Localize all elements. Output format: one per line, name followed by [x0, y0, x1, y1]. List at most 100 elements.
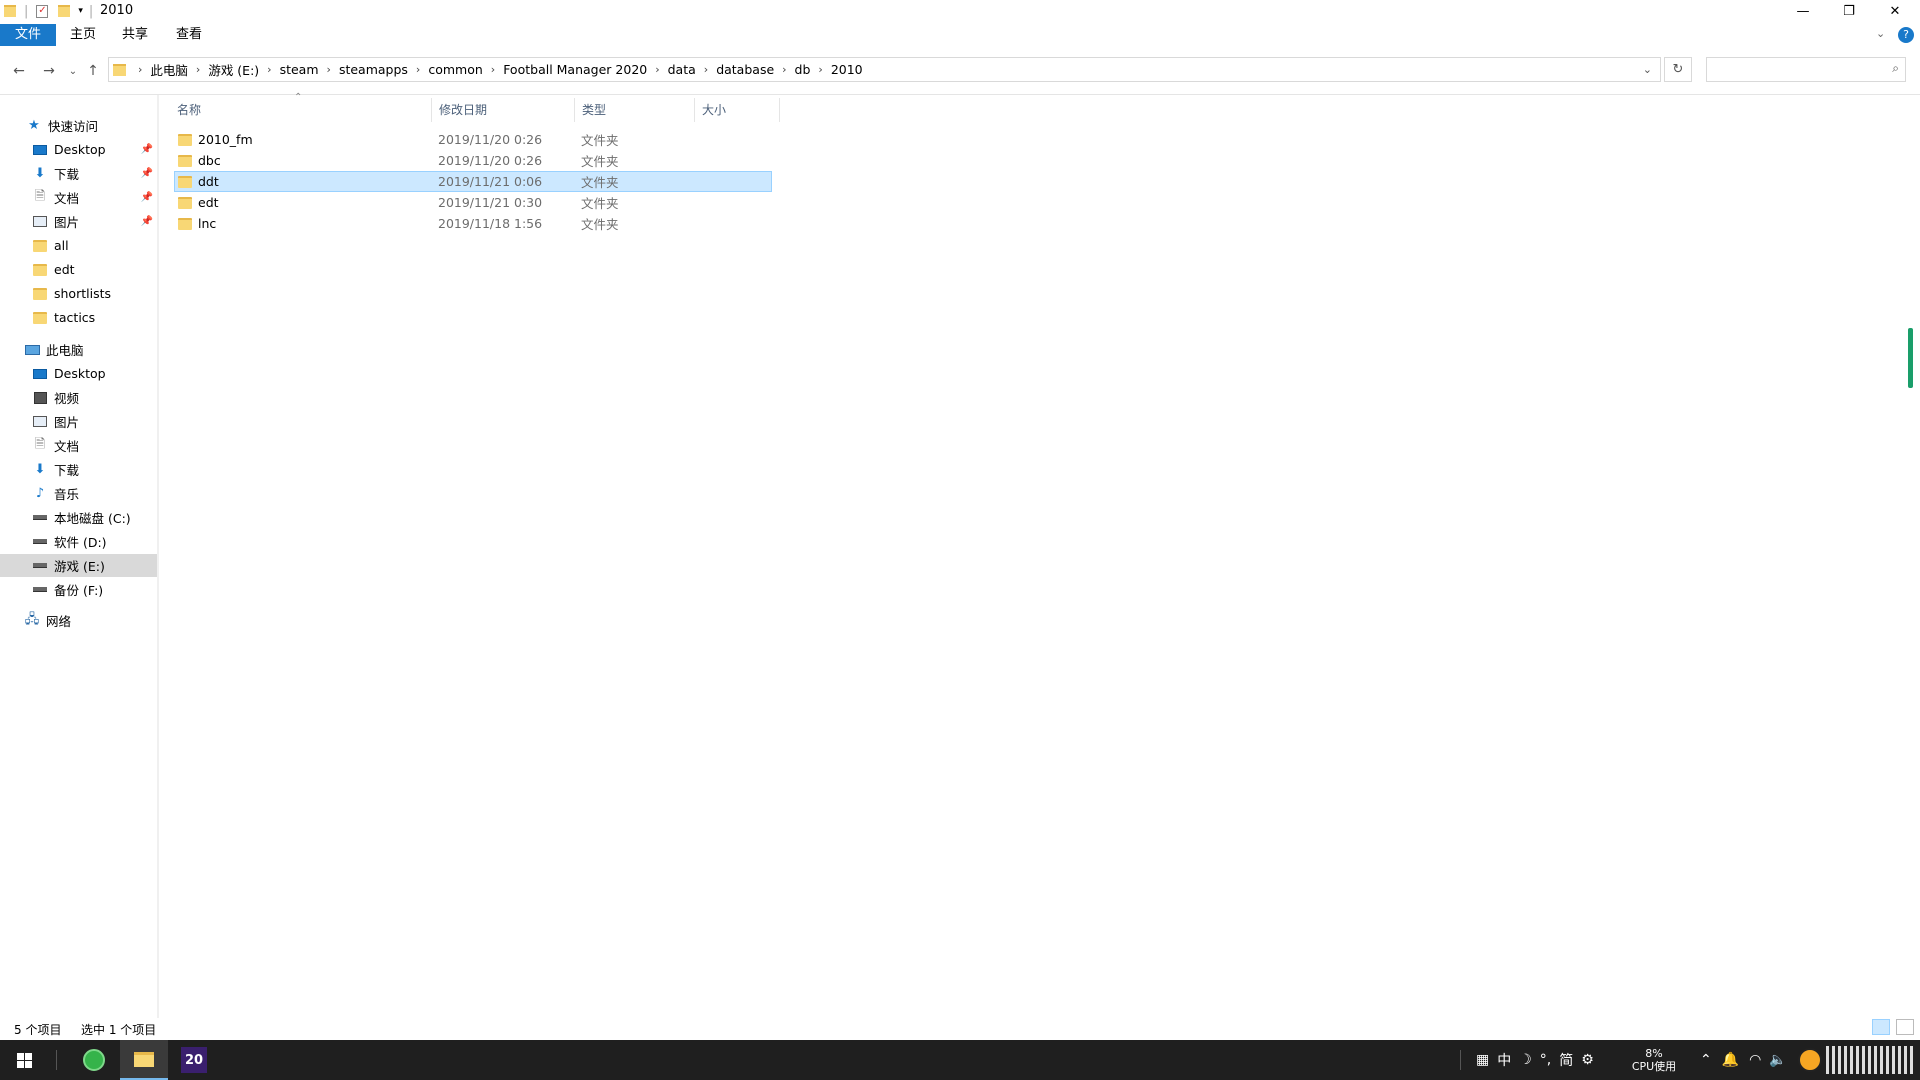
file-row[interactable]: dbc 2019/11/20 0:26 文件夹	[174, 150, 772, 171]
expand-ribbon-icon[interactable]: ⌄	[1876, 27, 1885, 40]
punctuation-icon[interactable]: °,	[1540, 1052, 1551, 1068]
breadcrumb-database[interactable]: database	[716, 62, 774, 77]
nav-item-videos[interactable]: 视频	[0, 386, 157, 409]
browser-app-icon[interactable]	[70, 1040, 118, 1080]
chevron-up-icon[interactable]: ⌃	[1700, 1052, 1712, 1068]
chevron-right-icon[interactable]: ›	[267, 63, 271, 76]
nav-item-downloads[interactable]: ⬇ 下载 📌	[0, 162, 157, 185]
breadcrumb-steam[interactable]: steam	[280, 62, 319, 77]
search-input[interactable]: ⌕	[1706, 57, 1906, 82]
chevron-right-icon[interactable]: ›	[655, 63, 659, 76]
ime-lang[interactable]: 中	[1497, 1050, 1511, 1070]
chevron-right-icon[interactable]: ›	[704, 63, 708, 76]
chevron-right-icon[interactable]: ›	[196, 63, 200, 76]
nav-this-pc[interactable]: 此电脑	[0, 338, 157, 361]
file-row[interactable]: 2010_fm 2019/11/20 0:26 文件夹	[174, 129, 772, 150]
nav-item-pc-documents[interactable]: 🗎 文档	[0, 434, 157, 457]
pin-icon[interactable]: 📌	[141, 168, 153, 179]
nav-item-all[interactable]: all	[0, 234, 157, 257]
column-header-modified[interactable]: 修改日期	[432, 98, 575, 122]
nav-item-pictures[interactable]: 图片 📌	[0, 210, 157, 233]
nav-item-drive-f[interactable]: 备份 (F:)	[0, 578, 157, 601]
nav-item-drive-d[interactable]: 软件 (D:)	[0, 530, 157, 553]
football-manager-app-icon[interactable]: 20	[170, 1040, 218, 1080]
nav-item-desktop[interactable]: Desktop 📌	[0, 138, 157, 161]
pin-icon[interactable]: 📌	[141, 216, 153, 227]
nav-item-pc-desktop[interactable]: Desktop	[0, 362, 157, 385]
desktop-icon	[32, 367, 48, 381]
pin-icon[interactable]: 📌	[141, 192, 153, 203]
minimize-button[interactable]: —	[1780, 0, 1826, 22]
nav-item-drive-e[interactable]: 游戏 (E:)	[0, 554, 157, 577]
new-folder-icon[interactable]	[58, 5, 71, 17]
file-row[interactable]: lnc 2019/11/18 1:56 文件夹	[174, 213, 772, 234]
search-icon[interactable]: ⌕	[1892, 61, 1899, 76]
breadcrumb-drive-e[interactable]: 游戏 (E:)	[208, 60, 259, 79]
breadcrumb-this-pc[interactable]: 此电脑	[150, 60, 188, 79]
chevron-right-icon[interactable]: ›	[818, 63, 822, 76]
settings-gear-icon[interactable]: ⚙	[1581, 1052, 1594, 1068]
moon-icon[interactable]: ☽	[1519, 1052, 1532, 1068]
wifi-icon[interactable]: ◠	[1749, 1052, 1761, 1068]
properties-icon[interactable]: ✓	[36, 4, 49, 18]
details-view-icon[interactable]	[1872, 1019, 1890, 1035]
breadcrumb-2010[interactable]: 2010	[831, 62, 863, 77]
breadcrumb-data[interactable]: data	[668, 62, 696, 77]
column-header-name[interactable]: 名称	[170, 98, 432, 122]
tab-share[interactable]: 共享	[110, 24, 160, 46]
nav-item-drive-c[interactable]: 本地磁盘 (C:)	[0, 506, 157, 529]
forward-arrow-icon[interactable]: →	[38, 60, 60, 82]
grid-icon[interactable]: ▦	[1476, 1052, 1489, 1068]
file-explorer-app-icon[interactable]	[120, 1040, 168, 1080]
breadcrumb-football-manager[interactable]: Football Manager 2020	[503, 62, 647, 77]
recent-locations-icon[interactable]: ⌄	[62, 60, 84, 82]
file-row-selected[interactable]: ddt 2019/11/21 0:06 文件夹	[174, 171, 772, 192]
folder-icon	[32, 287, 48, 301]
chevron-right-icon[interactable]: ›	[138, 63, 142, 76]
computer-icon	[24, 343, 40, 357]
column-header-size[interactable]: 大小	[695, 98, 780, 122]
up-arrow-icon[interactable]: ↑	[82, 60, 104, 82]
notification-bell-icon[interactable]: 🔔	[1722, 1052, 1739, 1068]
address-bar[interactable]: › 此电脑 › 游戏 (E:) › steam › steamapps › co…	[108, 57, 1661, 82]
nav-item-pc-pictures[interactable]: 图片	[0, 410, 157, 433]
nav-item-tactics[interactable]: tactics	[0, 306, 157, 329]
customize-toolbar-icon[interactable]: ▾	[78, 6, 83, 16]
volume-icon[interactable]: 🔈	[1769, 1052, 1786, 1068]
column-header-type[interactable]: 类型	[575, 98, 695, 122]
address-dropdown-icon[interactable]: ⌄	[1643, 63, 1652, 76]
cpu-monitor[interactable]: 8% CPU使用	[1624, 1040, 1684, 1080]
start-windows-icon[interactable]	[0, 1040, 48, 1080]
close-button[interactable]: ✕	[1872, 0, 1918, 22]
nav-item-music[interactable]: ♪ 音乐	[0, 482, 157, 505]
chevron-right-icon[interactable]: ›	[491, 63, 495, 76]
breadcrumb-db[interactable]: db	[795, 62, 811, 77]
tab-view[interactable]: 查看	[164, 24, 214, 46]
nav-quick-access[interactable]: ★ 快速访问	[0, 114, 157, 137]
restore-button[interactable]: ❐	[1826, 0, 1872, 22]
ime-toolbar[interactable]: ▦ 中 ☽ °, 简 ⚙	[1476, 1040, 1594, 1080]
nav-item-pc-downloads[interactable]: ⬇ 下载	[0, 458, 157, 481]
back-arrow-icon[interactable]: ←	[8, 60, 30, 82]
chevron-right-icon[interactable]: ›	[327, 63, 331, 76]
file-type: 文件夹	[581, 196, 619, 211]
tab-file[interactable]: 文件	[0, 24, 56, 46]
navigation-pane[interactable]: ★ 快速访问 Desktop 📌 ⬇ 下载 📌 🗎 文档 📌 图片 📌 all …	[0, 95, 157, 1035]
large-icons-view-icon[interactable]	[1896, 1019, 1914, 1035]
breadcrumb-steamapps[interactable]: steamapps	[339, 62, 408, 77]
breadcrumb-common[interactable]: common	[428, 62, 482, 77]
help-icon[interactable]: ?	[1898, 27, 1914, 43]
nav-item-edt[interactable]: edt	[0, 258, 157, 281]
chevron-right-icon[interactable]: ›	[782, 63, 786, 76]
nav-network[interactable]: 🖧 网络	[0, 609, 157, 632]
nav-pane-separator[interactable]	[157, 95, 159, 1035]
ime-simplified[interactable]: 简	[1559, 1050, 1573, 1070]
chevron-right-icon[interactable]: ›	[416, 63, 420, 76]
refresh-icon[interactable]: ↻	[1664, 57, 1692, 82]
pin-icon[interactable]: 📌	[141, 144, 153, 155]
scroll-indicator[interactable]	[1908, 328, 1913, 388]
nav-item-documents[interactable]: 🗎 文档 📌	[0, 186, 157, 209]
file-row[interactable]: edt 2019/11/21 0:30 文件夹	[174, 192, 772, 213]
tab-home[interactable]: 主页	[58, 24, 108, 46]
nav-item-shortlists[interactable]: shortlists	[0, 282, 157, 305]
